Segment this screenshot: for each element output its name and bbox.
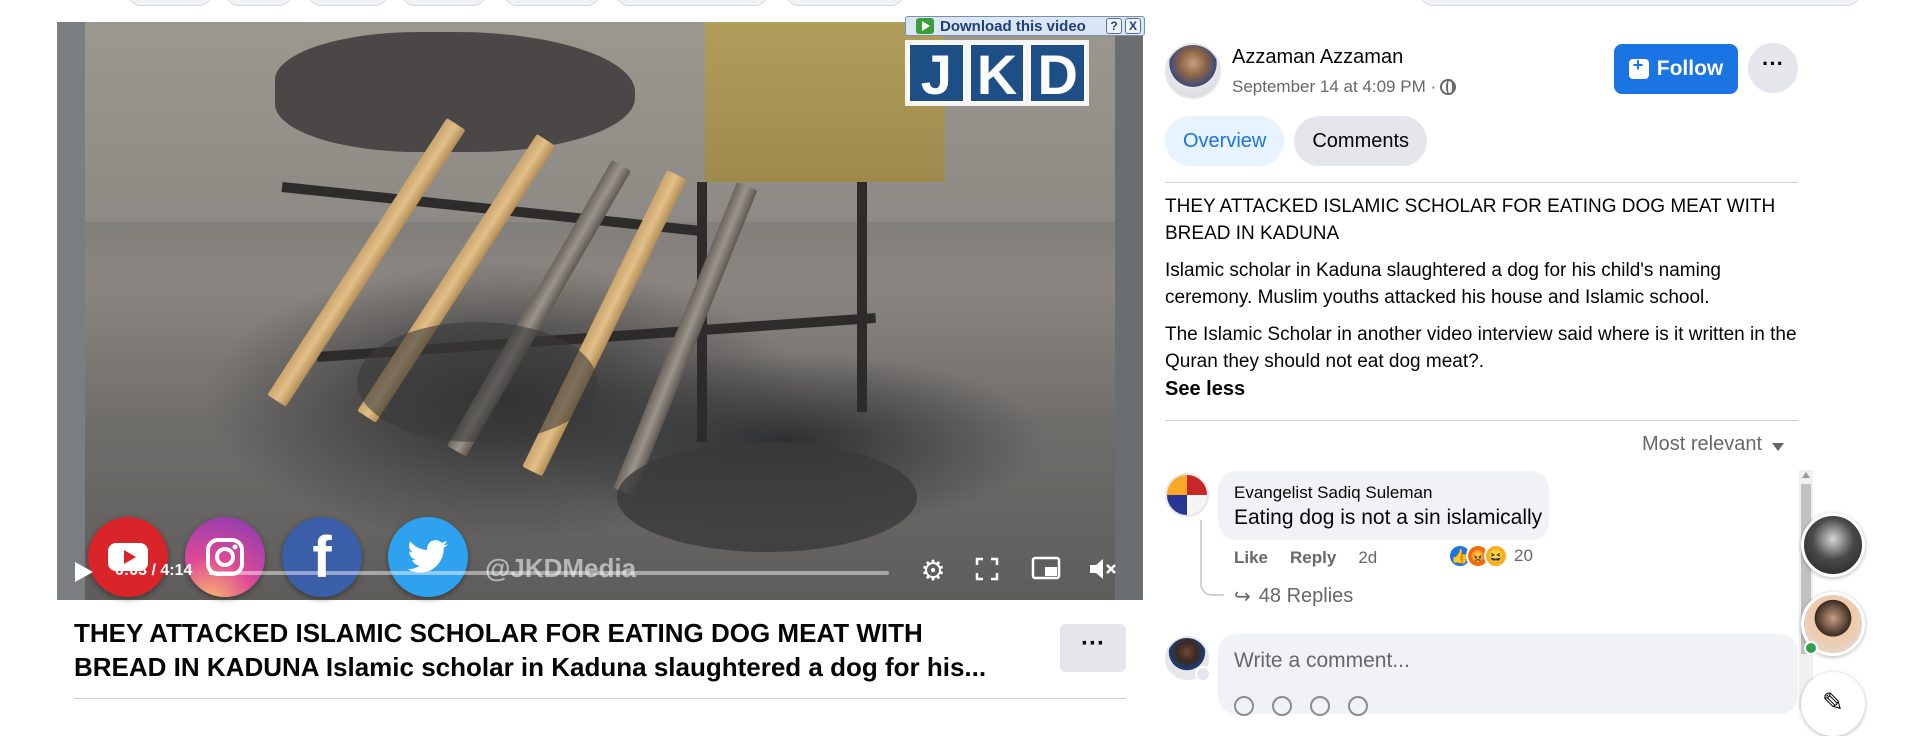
post-date: September 14 at 4:09 PM · xyxy=(1232,77,1457,97)
play-icon xyxy=(916,18,934,34)
pip-icon[interactable] xyxy=(1030,556,1062,586)
camera-icon[interactable] xyxy=(1310,696,1330,716)
video-progress-fill xyxy=(209,571,218,575)
description-headline: THEY ATTACKED ISLAMIC SCHOLAR FOR EATING… xyxy=(1165,196,1776,244)
post-title-line2-bold: BREAD IN KADUNA xyxy=(74,652,319,682)
settings-gear-icon[interactable]: ⚙ xyxy=(917,556,949,586)
top-navigation-bar xyxy=(0,0,1909,10)
scroll-up-arrow-icon[interactable] xyxy=(1802,472,1810,478)
author-avatar[interactable] xyxy=(1165,43,1221,99)
video-progress-bar[interactable] xyxy=(209,571,889,575)
follow-label: Follow xyxy=(1656,57,1724,80)
like-link[interactable]: Like xyxy=(1234,548,1268,568)
chat-head-avatar[interactable] xyxy=(1801,592,1865,656)
caret-down-icon xyxy=(1772,442,1785,451)
reaction-summary[interactable]: 👍 😡 😆 20 xyxy=(1448,544,1533,568)
panel-tabs: Overview Comments xyxy=(1165,116,1428,166)
view-replies-link[interactable]: ↪ 48 Replies xyxy=(1234,584,1353,609)
globe-icon xyxy=(1440,79,1457,95)
post-description: THEY ATTACKED ISLAMIC SCHOLAR FOR EATING… xyxy=(1165,193,1798,385)
video-controls: 0:03 / 4:14 ⚙ xyxy=(57,546,1143,592)
post-date-text[interactable]: September 14 at 4:09 PM · xyxy=(1232,77,1436,97)
new-message-button[interactable] xyxy=(1801,672,1865,736)
post-title-line1: THEY ATTACKED ISLAMIC SCHOLAR FOR EATING… xyxy=(74,618,923,648)
tab-overview[interactable]: Overview xyxy=(1165,116,1285,166)
comments-scrollbar[interactable] xyxy=(1799,470,1813,709)
logo-letter: K xyxy=(968,43,1026,105)
tab-comments[interactable]: Comments xyxy=(1294,116,1428,166)
sort-label: Most relevant xyxy=(1642,433,1763,455)
divider xyxy=(1165,182,1798,183)
nav-pill[interactable] xyxy=(128,0,212,6)
current-user-avatar[interactable] xyxy=(1165,636,1211,682)
nav-pill[interactable] xyxy=(308,0,388,6)
see-less-link[interactable]: See less xyxy=(1165,378,1245,401)
ash-pile xyxy=(357,322,597,442)
close-icon[interactable]: X xyxy=(1125,18,1141,34)
comment-actions: Like Reply 2d xyxy=(1234,548,1377,568)
comment-sort-dropdown[interactable]: Most relevant xyxy=(1642,433,1785,456)
nav-pill[interactable] xyxy=(786,0,904,6)
follow-icon xyxy=(1628,55,1649,79)
nav-pill[interactable] xyxy=(402,0,486,6)
follow-button[interactable]: Follow xyxy=(1614,44,1738,94)
chat-head-avatar[interactable] xyxy=(1801,513,1865,577)
ash-pile xyxy=(617,442,917,552)
reply-link[interactable]: Reply xyxy=(1290,548,1336,568)
avatar-sticker-icon[interactable] xyxy=(1234,696,1254,716)
video-letterbox xyxy=(57,22,85,600)
fullscreen-icon[interactable] xyxy=(971,556,1003,586)
commenter-avatar[interactable] xyxy=(1165,473,1209,517)
logo-letter: D xyxy=(1029,43,1087,105)
post-more-options-button[interactable]: ··· xyxy=(1060,624,1126,672)
video-time: 0:03 / 4:14 xyxy=(115,562,193,579)
chevron-down-icon[interactable] xyxy=(1195,666,1211,682)
emoji-icon[interactable] xyxy=(1272,696,1292,716)
author-name[interactable]: Azzaman Azzaman xyxy=(1232,46,1403,69)
download-label[interactable]: Download this video xyxy=(940,18,1086,35)
help-icon[interactable]: ? xyxy=(1106,18,1122,34)
nav-pill[interactable] xyxy=(504,0,600,6)
video-player[interactable] xyxy=(57,22,1143,600)
download-video-bar[interactable]: Download this video ? X xyxy=(905,16,1145,36)
nav-pill[interactable] xyxy=(226,0,292,6)
nav-pill[interactable] xyxy=(616,0,768,6)
burnt-frame xyxy=(857,182,867,412)
comment-age[interactable]: 2d xyxy=(1358,548,1377,568)
logo-letter: J xyxy=(908,43,965,105)
reaction-count: 20 xyxy=(1514,546,1533,565)
author-more-options-button[interactable]: ··· xyxy=(1748,43,1798,93)
comment-tools xyxy=(1234,696,1368,716)
post-title: THEY ATTACKED ISLAMIC SCHOLAR FOR EATING… xyxy=(74,616,1034,684)
online-status-dot xyxy=(1804,641,1818,655)
haha-reaction-icon: 😆 xyxy=(1484,544,1508,568)
replies-label: 48 Replies xyxy=(1258,585,1354,607)
mute-icon[interactable] xyxy=(1087,556,1119,586)
divider xyxy=(1165,420,1798,421)
post-title-line2-rest: Islamic scholar in Kaduna slaughtered a … xyxy=(318,652,987,682)
gif-icon[interactable] xyxy=(1348,696,1368,716)
search-bar[interactable] xyxy=(1420,0,1860,6)
reply-arrow-icon: ↪ xyxy=(1234,586,1251,608)
comment-input-placeholder[interactable]: Write a comment... xyxy=(1234,649,1410,673)
divider xyxy=(74,698,1126,699)
description-paragraph: The Islamic Scholar in another video int… xyxy=(1165,324,1797,372)
play-button[interactable] xyxy=(75,562,93,582)
jkd-watermark-logo: J K D xyxy=(905,40,1089,106)
description-paragraph: Islamic scholar in Kaduna slaughtered a … xyxy=(1165,260,1721,308)
comment-text: Eating dog is not a sin islamically xyxy=(1234,506,1543,529)
commenter-name[interactable]: Evangelist Sadiq Suleman xyxy=(1234,483,1432,503)
